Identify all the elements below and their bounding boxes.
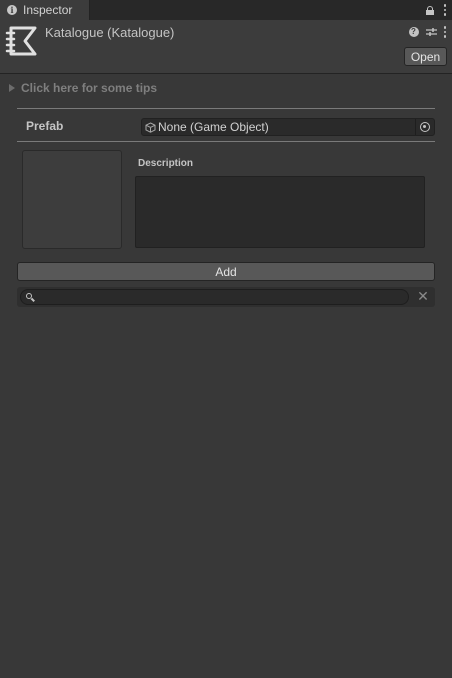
clear-search-icon[interactable]: ✕	[416, 289, 430, 305]
prefab-object-field[interactable]: None (Game Object)	[141, 118, 435, 136]
description-label: Description	[138, 158, 194, 169]
object-picker-button[interactable]	[415, 119, 434, 135]
presets-icon[interactable]	[425, 27, 437, 37]
lock-icon[interactable]	[425, 5, 434, 15]
search-toolbar: ✕	[17, 287, 435, 307]
help-icon[interactable]: ?	[408, 26, 419, 37]
foldout-arrow-icon	[9, 84, 15, 92]
header-tools: ?	[408, 26, 446, 38]
divider	[17, 141, 435, 142]
inspector-tab-bar: i Inspector	[0, 0, 452, 20]
search-icon	[26, 292, 35, 302]
prefab-label: Prefab	[26, 119, 64, 133]
tab-menu-icon[interactable]	[443, 4, 446, 16]
open-button[interactable]: Open	[404, 47, 447, 66]
object-picker-icon	[420, 122, 430, 132]
inspector-tab[interactable]: i Inspector	[0, 0, 90, 20]
add-button[interactable]: Add	[17, 262, 435, 281]
divider	[17, 108, 435, 109]
tab-title: Inspector	[23, 3, 73, 17]
katalogue-asset-icon	[5, 26, 37, 56]
cube-icon	[145, 121, 156, 133]
preview-thumbnail	[22, 150, 122, 249]
tab-tools	[425, 0, 446, 20]
header-menu-icon[interactable]	[443, 26, 446, 38]
tips-label: Click here for some tips	[21, 81, 158, 95]
prefab-value: None (Game Object)	[158, 120, 269, 134]
search-input[interactable]	[20, 289, 409, 305]
asset-title: Katalogue (Katalogue)	[45, 25, 175, 40]
tips-foldout[interactable]: Click here for some tips	[9, 81, 157, 95]
inspector-header: Katalogue (Katalogue) ? Open	[0, 20, 452, 74]
info-icon: i	[7, 5, 17, 15]
description-textarea[interactable]	[135, 176, 425, 248]
